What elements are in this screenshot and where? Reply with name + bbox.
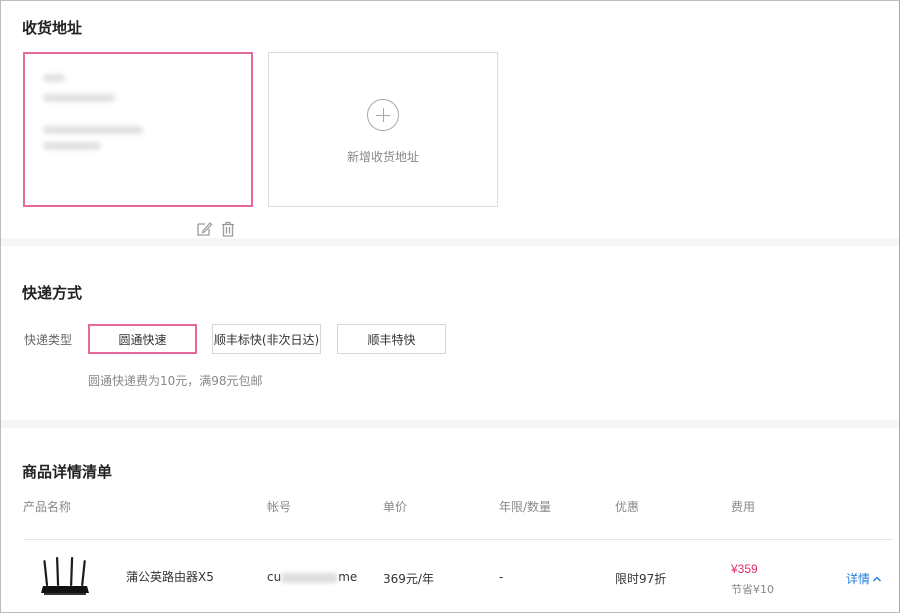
blurred-account [282,572,338,583]
plus-circle-icon [367,99,399,131]
address-card-selected[interactable] [23,52,253,237]
shipping-option-label: 圆通快速 [118,332,167,347]
edit-icon[interactable] [195,220,213,238]
shipping-option-sf-standard[interactable]: 顺丰标快(非次日达) [212,324,321,354]
shipping-title: 快递方式 [22,284,83,302]
trash-icon[interactable] [219,220,237,238]
blurred-address-line [43,126,143,134]
section-divider [1,420,899,428]
column-header-cost: 费用 [731,500,756,514]
period-quantity: - [499,570,504,584]
section-divider [1,238,899,246]
account-suffix: me [338,570,358,584]
column-header-account: 帐号 [267,500,292,514]
shipping-note: 圆通快递费为10元，满98元包邮 [88,374,263,388]
add-address-card[interactable]: 新增收货地址 [268,52,498,207]
shipping-option-label: 顺丰标快(非次日达) [213,332,320,347]
add-address-label: 新增收货地址 [346,150,419,164]
shipping-option-sf-express[interactable]: 顺丰特快 [337,324,446,354]
saving-value: 节省¥10 [731,583,774,596]
account-prefix: cu [267,570,282,584]
table-header-divider [23,539,893,540]
shipping-option-yto[interactable]: 圆通快速 [88,324,197,354]
shipping-option-label: 顺丰特快 [367,332,416,347]
discount-value: 限时97折 [615,572,667,586]
details-label: 详情 [846,572,871,586]
unit-price: 369元/年 [383,572,434,586]
blurred-recipient-name [43,74,65,82]
products-title: 商品详情清单 [22,463,113,481]
chevron-up-icon [873,576,882,581]
price-value: ¥359 [731,562,758,576]
blurred-phone [43,94,115,102]
shipping-type-label: 快递类型 [24,333,73,347]
address-title: 收货地址 [22,19,83,37]
router-product-image [41,557,89,595]
account-value: cu me [267,570,357,584]
column-header-unit-price: 单价 [383,500,408,514]
details-toggle[interactable]: 详情 [846,570,882,587]
column-header-product: 产品名称 [23,500,72,514]
product-name: 蒲公英路由器X5 [126,570,214,584]
blurred-address-line [43,142,101,150]
column-header-discount: 优惠 [615,500,640,514]
column-header-period-qty: 年限/数量 [499,500,552,514]
